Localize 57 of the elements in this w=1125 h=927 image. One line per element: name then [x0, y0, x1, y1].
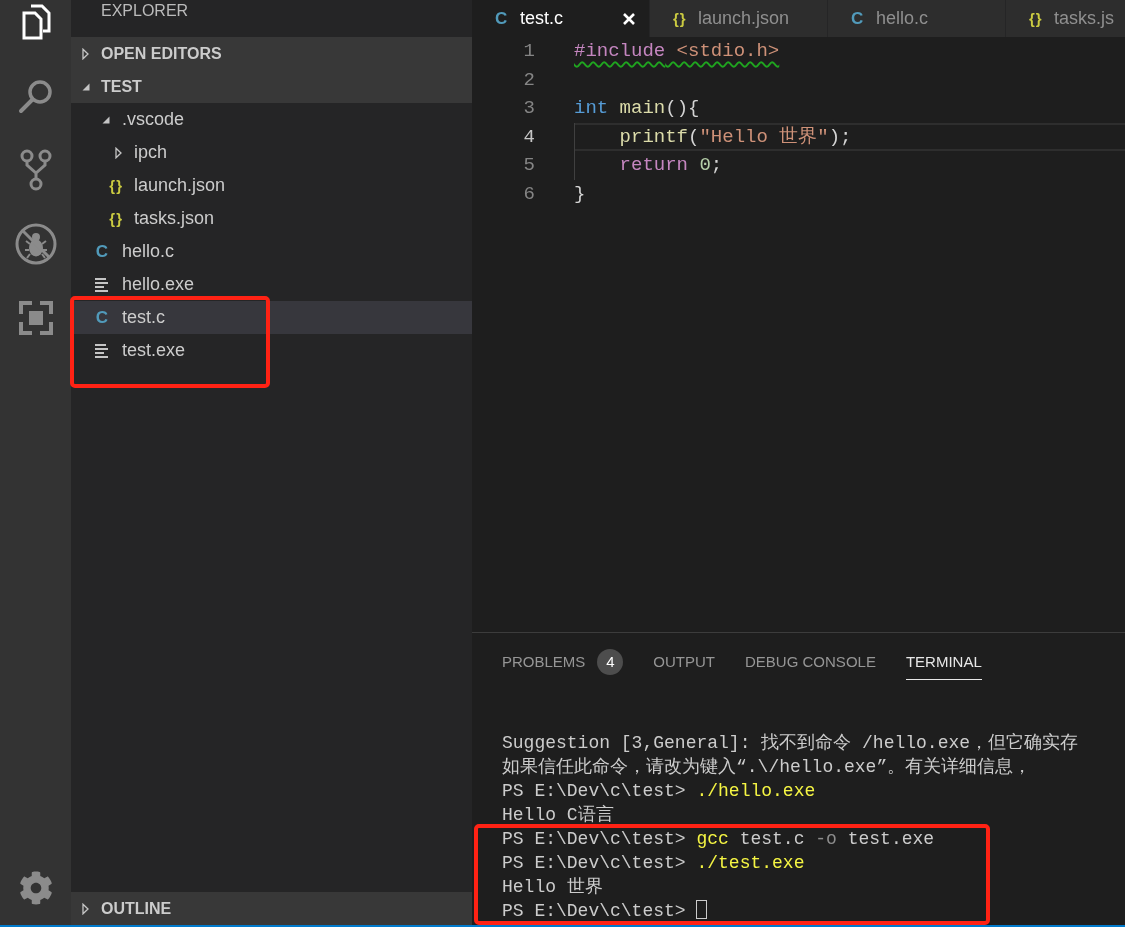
line-number: 6	[522, 181, 535, 207]
sidebar-title: EXPLORER	[100, 1, 189, 21]
section-header[interactable]: OUTLINE	[71, 892, 472, 925]
search-icon[interactable]	[17, 78, 54, 114]
file-item[interactable]: {} launch.json	[71, 169, 472, 202]
braces-icon: {}	[1029, 11, 1043, 26]
line-number: 5	[522, 153, 535, 178]
line-number: 1	[522, 39, 535, 64]
file-item[interactable]: test.exe	[71, 334, 472, 367]
braces-icon: {}	[673, 11, 687, 26]
lines-icon	[95, 343, 108, 358]
c-file-icon: C	[95, 309, 108, 326]
editor-tab[interactable]: C hello.c	[828, 0, 1006, 37]
braces-icon: {}	[109, 178, 123, 193]
terminal-line: PS E:\Dev\c\test> gcc test.c -o test.exe	[501, 828, 936, 851]
section-header[interactable]: TEST	[71, 70, 472, 103]
line-number: 3	[522, 96, 535, 121]
file-item[interactable]: {} tasks.json	[71, 202, 472, 235]
code-line: #include <stdio.h>	[574, 39, 781, 64]
terminal-line: Hello C语言	[501, 804, 615, 827]
terminal-line: Hello 世界	[501, 876, 604, 899]
terminal-line: PS E:\Dev\c\test> ./test.exe	[501, 852, 806, 875]
folder-item[interactable]: .vscode	[71, 103, 472, 136]
terminal-line: PS E:\Dev\c\test> ./hello.exe	[501, 780, 817, 803]
panel-tab[interactable]: TERMINAL	[905, 646, 982, 680]
crossed-bug-icon[interactable]	[14, 223, 57, 265]
documents-icon[interactable]	[20, 4, 51, 40]
code-line: }	[574, 181, 587, 207]
c-file-icon: C	[495, 10, 508, 27]
editor-tab[interactable]: {} launch.json	[650, 0, 828, 37]
section-header[interactable]: OPEN EDITORS	[71, 37, 472, 70]
file-item[interactable]: C hello.c	[71, 235, 472, 268]
line-number: 2	[522, 67, 535, 93]
fork-icon[interactable]	[19, 149, 52, 191]
file-item[interactable]: C test.c	[71, 301, 472, 334]
terminal-line: PS E:\Dev\c\test>	[472, 899, 1125, 923]
editor-tab[interactable]: C test.c	[472, 0, 650, 37]
terminal-line: Suggestion [3,General]: 找不到命令 /hello.exe，但它确实存	[501, 732, 1080, 755]
line-number: 4	[522, 124, 535, 150]
count-badge: 4	[597, 648, 624, 675]
file-item[interactable]: hello.exe	[71, 268, 472, 301]
code-line: return 0;	[574, 151, 1125, 180]
c-file-icon: C	[851, 10, 864, 27]
folder-item[interactable]: ipch	[71, 136, 472, 169]
code-line: int main(){	[574, 96, 701, 121]
c-file-icon: C	[95, 243, 108, 260]
terminal-line: 如果信任此命令，请改为键入“.\/hello.exe”。有关详细信息，	[501, 756, 1033, 779]
panel-tab[interactable]: OUTPUT	[653, 646, 716, 680]
close-icon[interactable]	[622, 11, 636, 26]
lines-icon	[95, 277, 108, 292]
editor-tab[interactable]: {} tasks.js	[1006, 0, 1125, 37]
square-frame-icon[interactable]	[18, 301, 53, 335]
braces-icon: {}	[109, 211, 123, 226]
settings-icon[interactable]	[18, 871, 53, 905]
code-line: printf("Hello 世界");	[574, 122, 1125, 151]
panel-tab[interactable]: DEBUG CONSOLE	[745, 646, 876, 680]
panel-tab[interactable]: PROBLEMS 4	[502, 643, 624, 683]
